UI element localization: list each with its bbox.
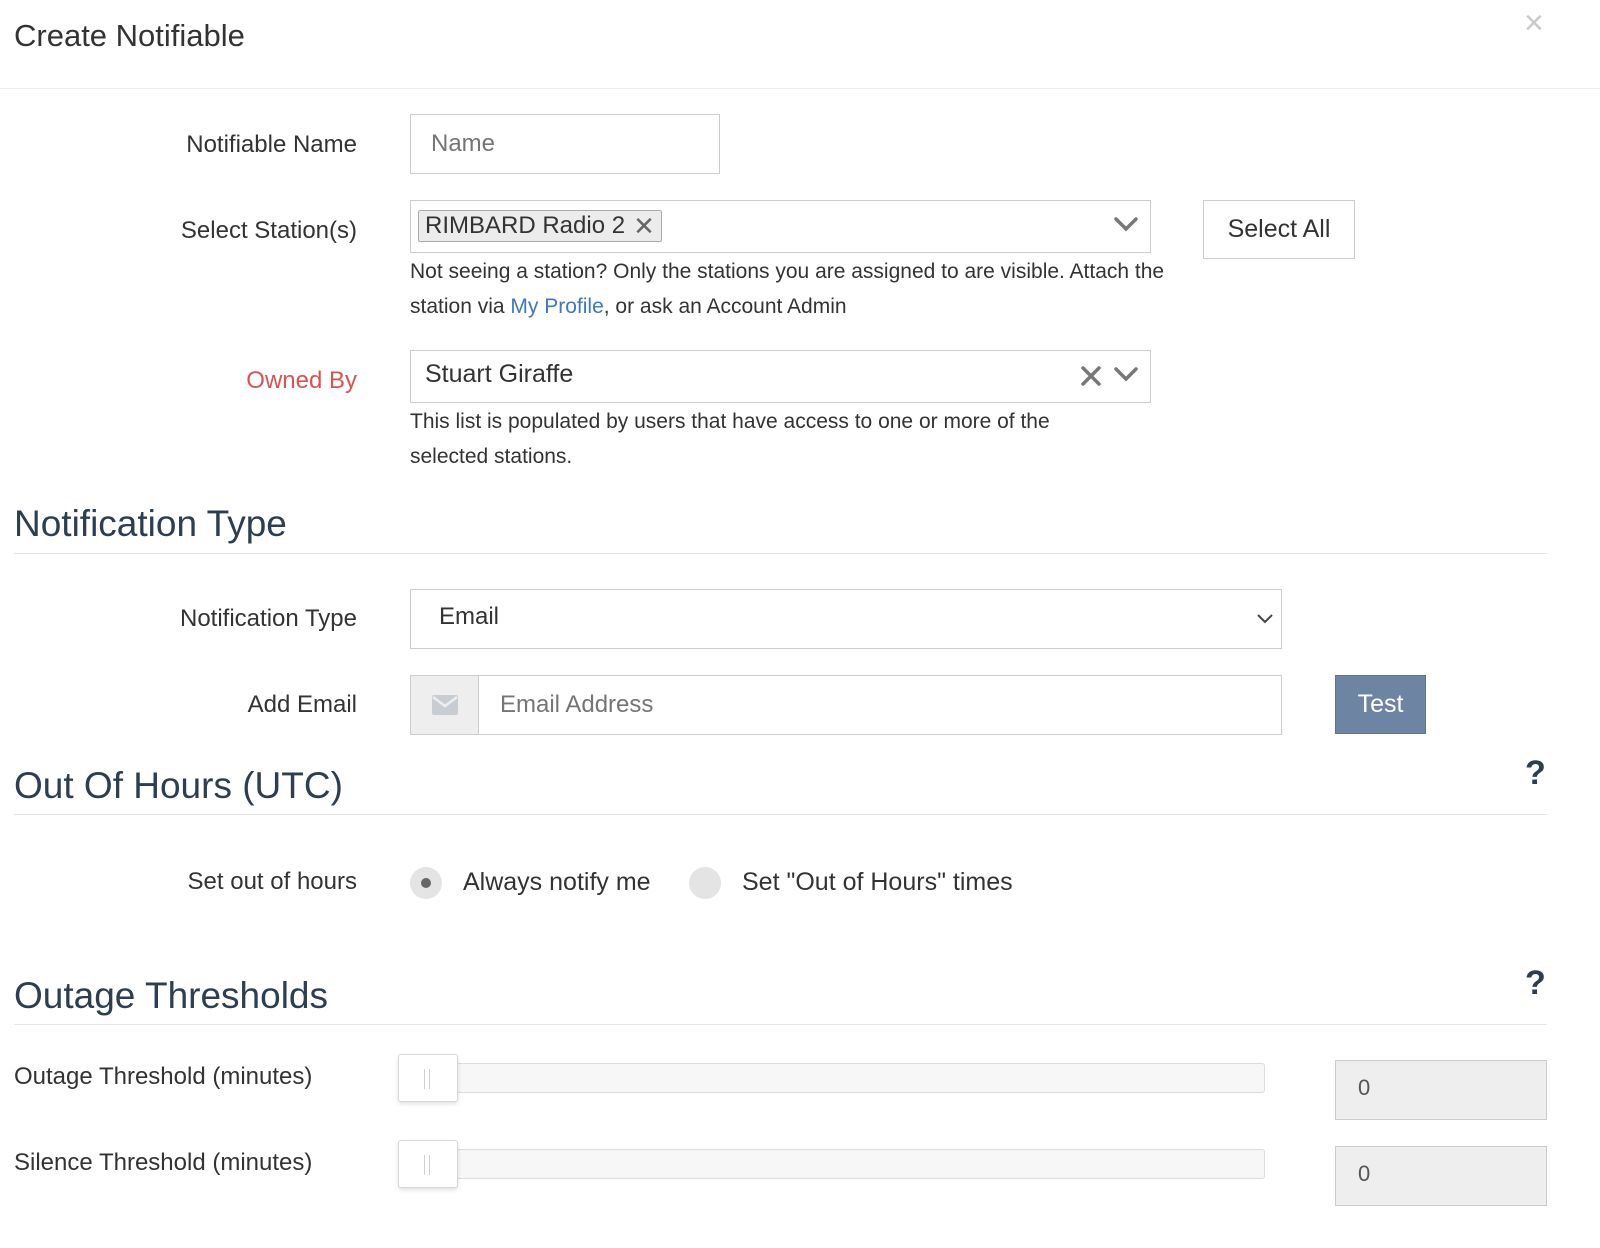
- radio-selected-dot: [421, 878, 431, 888]
- station-tag: RIMBARD Radio 2 ✕: [418, 210, 662, 242]
- email-addon: [410, 675, 479, 735]
- set-out-of-hours-times-label[interactable]: Set "Out of Hours" times: [742, 868, 1013, 897]
- section-divider: [14, 814, 1547, 815]
- owned-by-label: Owned By: [246, 367, 357, 394]
- chevron-down-icon[interactable]: [1112, 210, 1140, 245]
- help-icon[interactable]: ?: [1525, 754, 1546, 793]
- test-button[interactable]: Test: [1335, 675, 1426, 734]
- notification-type-value: Email: [439, 603, 500, 630]
- silence-threshold-value[interactable]: 0: [1335, 1146, 1547, 1206]
- set-out-of-hours-times-radio[interactable]: [689, 867, 721, 899]
- set-out-of-hours-label: Set out of hours: [187, 868, 357, 895]
- owned-by-value: Stuart Giraffe: [425, 360, 574, 388]
- email-address-input[interactable]: [478, 675, 1282, 735]
- always-notify-label[interactable]: Always notify me: [463, 868, 651, 897]
- outage-threshold-slider-handle[interactable]: [398, 1054, 458, 1102]
- notification-type-section-title: Notification Type: [14, 503, 287, 544]
- silence-threshold-slider-track[interactable]: [410, 1149, 1265, 1179]
- notification-type-select[interactable]: [410, 589, 1282, 649]
- chevron-down-icon: [1254, 607, 1276, 634]
- notifiable-name-input[interactable]: [410, 114, 720, 174]
- clear-icon[interactable]: [1078, 361, 1104, 394]
- section-divider: [14, 1024, 1547, 1025]
- select-all-button[interactable]: Select All: [1203, 200, 1355, 259]
- silence-threshold-label: Silence Threshold (minutes): [14, 1149, 313, 1176]
- out-of-hours-section-title: Out Of Hours (UTC): [14, 765, 343, 806]
- always-notify-radio[interactable]: [410, 867, 442, 899]
- stations-help-text: Not seeing a station? Only the stations …: [410, 260, 1165, 318]
- select-stations-label: Select Station(s): [180, 217, 357, 244]
- close-icon[interactable]: ×: [1524, 4, 1544, 43]
- outage-threshold-value[interactable]: 0: [1335, 1060, 1547, 1120]
- chevron-down-icon[interactable]: [1112, 360, 1140, 393]
- station-tag-label: RIMBARD Radio 2: [425, 212, 626, 239]
- notification-type-label: Notification Type: [180, 605, 357, 632]
- my-profile-link[interactable]: My Profile: [510, 295, 603, 318]
- silence-threshold-slider-handle[interactable]: [398, 1140, 458, 1188]
- owned-by-help-text: This list is populated by users that hav…: [410, 410, 1050, 468]
- outage-thresholds-section-title: Outage Thresholds: [14, 975, 329, 1016]
- remove-tag-icon[interactable]: ✕: [633, 210, 655, 242]
- modal-title: Create Notifiable: [14, 18, 245, 53]
- outage-threshold-slider-track[interactable]: [410, 1063, 1265, 1093]
- outage-threshold-label: Outage Threshold (minutes): [14, 1063, 313, 1090]
- envelope-icon: [431, 694, 459, 721]
- help-icon[interactable]: ?: [1525, 964, 1546, 1003]
- notifiable-name-label: Notifiable Name: [186, 131, 357, 158]
- add-email-label: Add Email: [247, 691, 357, 718]
- section-divider: [14, 553, 1547, 554]
